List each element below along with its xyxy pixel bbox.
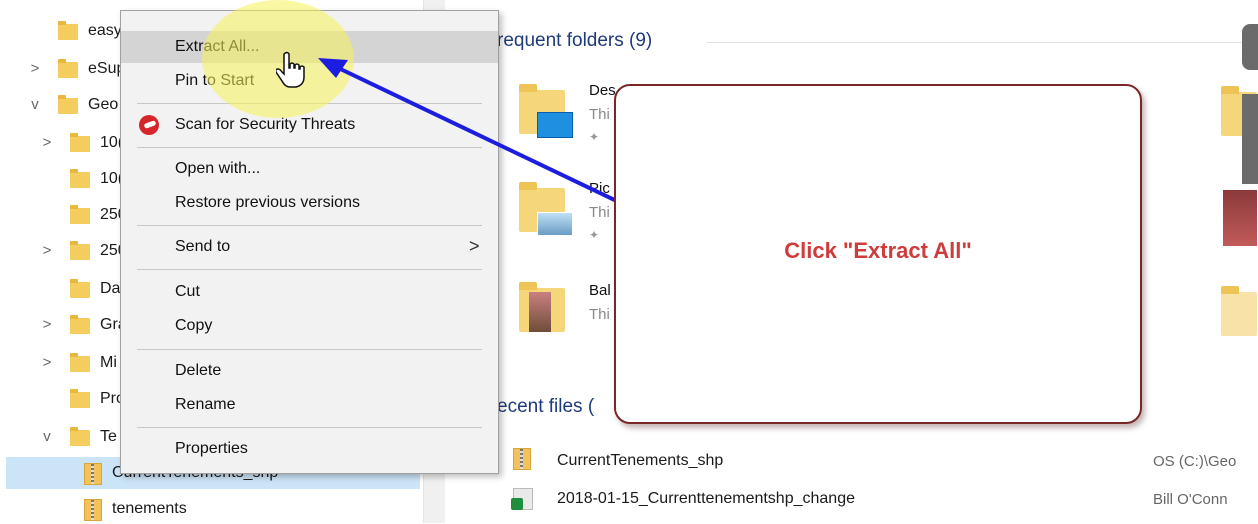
callout-text: Click "Extract All": [784, 238, 972, 263]
instruction-callout: Click "Extract All": [614, 84, 1142, 424]
